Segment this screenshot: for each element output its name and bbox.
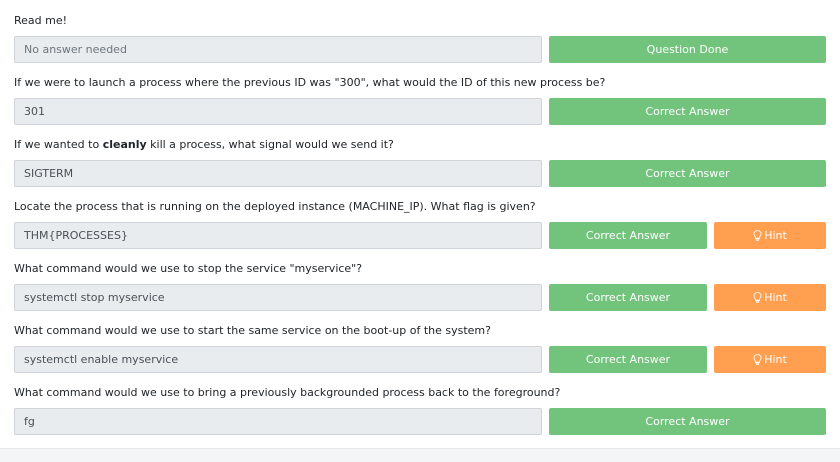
hint-button[interactable]: Hint [714, 284, 826, 311]
task-2: If we were to launch a process where the… [14, 76, 826, 138]
hint-button[interactable]: Hint [714, 346, 826, 373]
answer-field[interactable]: THM{PROCESSES} [14, 222, 542, 249]
hint-label: Hint [764, 229, 787, 242]
question-text: Locate the process that is running on th… [14, 200, 536, 213]
hint-button[interactable]: Hint [714, 222, 826, 249]
question-text: What command would we use to stop the se… [14, 262, 363, 275]
correct-answer-button[interactable]: Correct Answer [549, 160, 826, 187]
task-5: What command would we use to stop the se… [14, 262, 826, 324]
answer-field[interactable]: 301 [14, 98, 542, 125]
question-text: If we were to launch a process where the… [14, 76, 606, 89]
lightbulb-icon [753, 292, 762, 303]
question-done-button[interactable]: Question Done [549, 36, 826, 63]
question-emphasis: cleanly [102, 138, 147, 151]
task-3: If we wanted to cleanly kill a process, … [14, 138, 826, 200]
answer-field[interactable]: fg [14, 408, 542, 435]
task-1: Read me! No answer needed Question Done [14, 14, 826, 76]
page-footer-strip [0, 448, 840, 462]
answer-field[interactable]: systemctl enable myservice [14, 346, 542, 373]
correct-answer-button[interactable]: Correct Answer [549, 222, 707, 249]
correct-answer-button[interactable]: Correct Answer [549, 98, 826, 125]
task-7: What command would we use to bring a pre… [14, 386, 826, 448]
question-text: If we wanted to cleanly kill a process, … [14, 138, 394, 152]
answer-field[interactable]: systemctl stop myservice [14, 284, 542, 311]
answer-field[interactable]: No answer needed [14, 36, 542, 63]
hint-label: Hint [764, 353, 787, 366]
task-6: What command would we use to start the s… [14, 324, 826, 386]
question-text: Read me! [14, 14, 68, 27]
question-text: What command would we use to start the s… [14, 324, 491, 337]
correct-answer-button[interactable]: Correct Answer [549, 408, 826, 435]
question-text-end: kill a process, what signal would we sen… [146, 138, 394, 151]
lightbulb-icon [753, 230, 762, 241]
question-text: What command would we use to bring a pre… [14, 386, 561, 399]
task-4: Locate the process that is running on th… [14, 200, 826, 262]
lightbulb-icon [753, 354, 762, 365]
answer-field[interactable]: SIGTERM [14, 160, 542, 187]
hint-label: Hint [764, 291, 787, 304]
correct-answer-button[interactable]: Correct Answer [549, 284, 707, 311]
correct-answer-button[interactable]: Correct Answer [549, 346, 707, 373]
question-text-start: If we wanted to [14, 138, 103, 151]
